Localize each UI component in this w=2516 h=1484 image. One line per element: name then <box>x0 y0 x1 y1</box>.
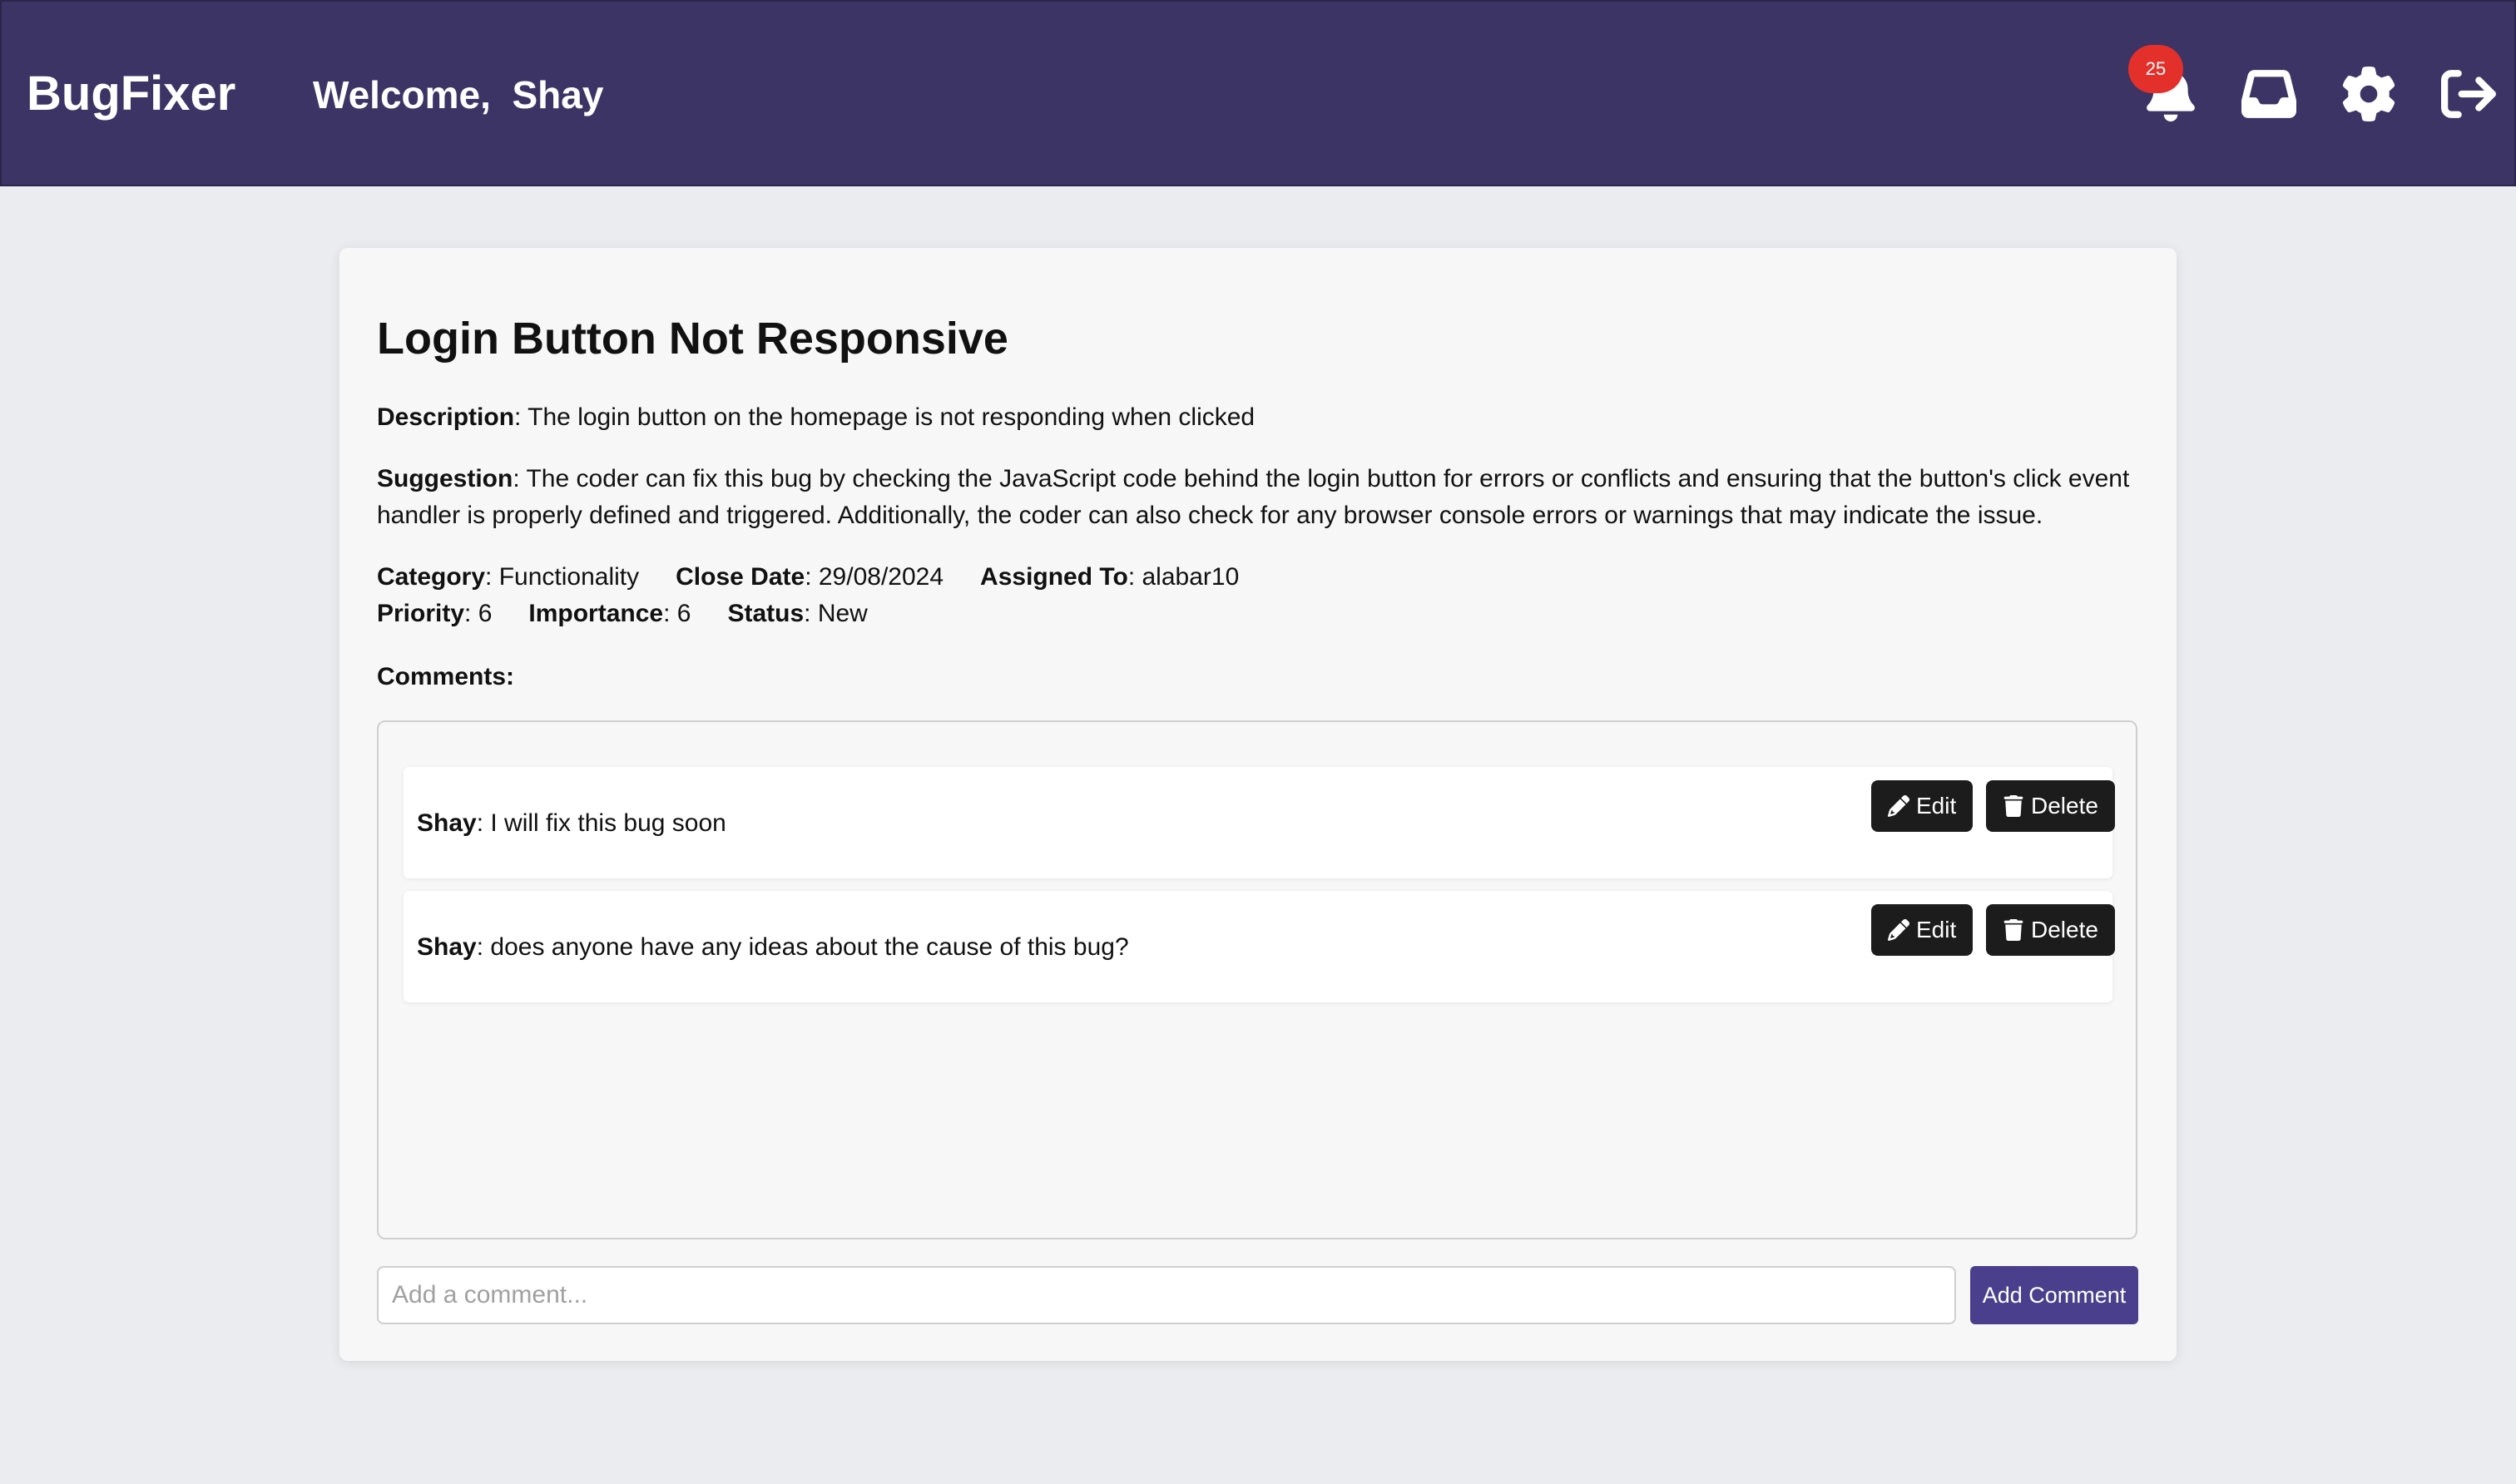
edit-label: Edit <box>1916 793 1957 819</box>
priority-value: 6 <box>478 600 493 627</box>
comments-list[interactable]: Shay: I will fix this bug soon Edit Dele… <box>377 720 2137 1239</box>
pencil-icon <box>1888 919 1909 941</box>
bug-meta-row-1: Category: Functionality Close Date: 29/08… <box>377 559 1275 596</box>
delete-label: Delete <box>2031 793 2098 819</box>
notification-count-badge: 25 <box>2128 45 2183 93</box>
delete-comment-button[interactable]: Delete <box>1986 904 2115 956</box>
status-field: Status: New <box>727 600 868 627</box>
category-value: Functionality <box>498 563 640 591</box>
bug-title: Login Button Not Responsive <box>377 314 1008 364</box>
status-value: New <box>817 600 868 627</box>
category-field: Category: Functionality <box>377 563 640 591</box>
logout-icon[interactable] <box>2441 67 2496 121</box>
status-label: Status <box>727 600 805 627</box>
suggestion-text: The coder can fix this bug by checking t… <box>377 465 2130 529</box>
trash-icon <box>2003 919 2024 941</box>
comment-body: does anyone have any ideas about the cau… <box>490 933 1129 961</box>
description-label: Description <box>377 403 515 431</box>
close-date-label: Close Date <box>676 563 805 591</box>
importance-label: Importance <box>528 600 664 627</box>
assigned-to-label: Assigned To <box>980 563 1128 591</box>
add-comment-button[interactable]: Add Comment <box>1970 1266 2138 1324</box>
importance-value: 6 <box>676 600 691 627</box>
priority-label: Priority <box>377 600 465 627</box>
comment-text: Shay: I will fix this bug soon <box>417 809 726 837</box>
comments-heading: Comments: <box>377 663 515 690</box>
top-navbar: BugFixer Welcome, Shay 25 <box>0 0 2516 186</box>
user-name: Shay <box>512 73 604 116</box>
close-date-value: 29/08/2024 <box>818 563 944 591</box>
comment-item: Shay: does anyone have any ideas about t… <box>404 891 2115 1002</box>
trash-icon <box>2003 795 2024 817</box>
importance-field: Importance: 6 <box>528 600 691 627</box>
comment-item: Shay: I will fix this bug soon Edit Dele… <box>404 767 2115 878</box>
assigned-to-field: Assigned To: alabar10 <box>980 563 1240 591</box>
delete-label: Delete <box>2031 917 2098 942</box>
category-label: Category <box>377 563 486 591</box>
comment-input[interactable] <box>377 1266 1956 1324</box>
bug-detail-card: Login Button Not Responsive Description:… <box>339 248 2177 1361</box>
welcome-message: Welcome, Shay <box>313 68 603 121</box>
bug-description: Description: The login button on the hom… <box>377 403 1256 431</box>
assigned-to-value: alabar10 <box>1142 563 1240 591</box>
edit-comment-button[interactable]: Edit <box>1871 780 1974 832</box>
comment-text: Shay: does anyone have any ideas about t… <box>417 933 1129 961</box>
comment-author: Shay <box>417 809 477 837</box>
delete-comment-button[interactable]: Delete <box>1986 780 2115 832</box>
comment-body: I will fix this bug soon <box>490 809 726 837</box>
bug-meta-row-2: Priority: 6 Importance: 6 Status: New <box>377 596 904 632</box>
comment-author: Shay <box>417 933 477 961</box>
brand-logo[interactable]: BugFixer <box>27 65 235 123</box>
edit-label: Edit <box>1916 917 1957 942</box>
edit-comment-button[interactable]: Edit <box>1871 904 1974 956</box>
bug-suggestion: Suggestion: The coder can fix this bug b… <box>377 465 2130 529</box>
description-text: The login button on the homepage is not … <box>527 403 1256 431</box>
priority-field: Priority: 6 <box>377 600 493 627</box>
gear-icon[interactable] <box>2341 67 2396 121</box>
welcome-prefix: Welcome, <box>313 73 491 116</box>
suggestion-label: Suggestion <box>377 465 513 492</box>
inbox-icon[interactable] <box>2241 67 2296 121</box>
close-date-field: Close Date: 29/08/2024 <box>676 563 944 591</box>
pencil-icon <box>1888 795 1909 817</box>
